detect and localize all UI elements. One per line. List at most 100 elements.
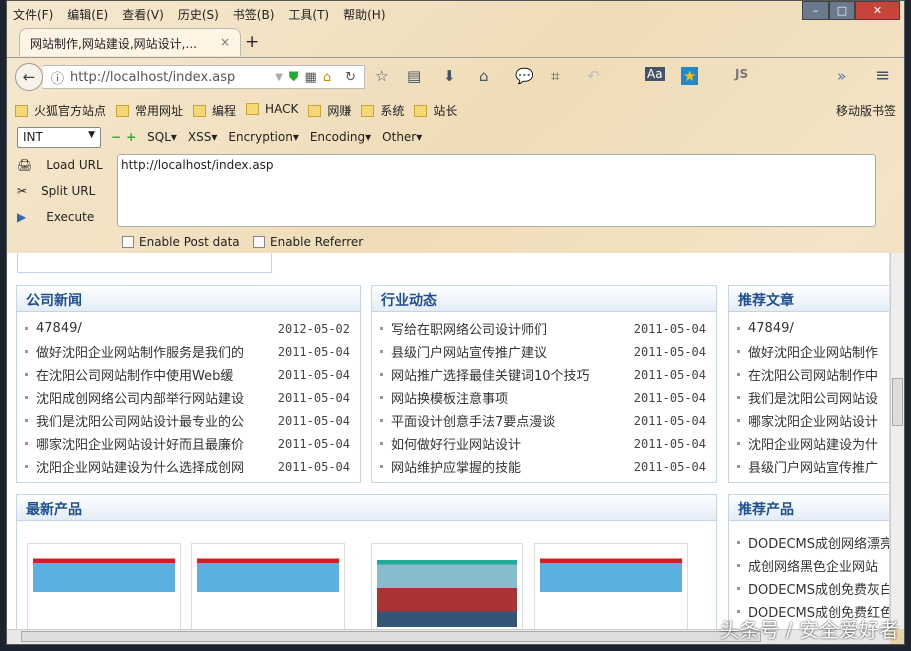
execute-button[interactable]: ▶ Execute <box>17 210 94 224</box>
split-url-button[interactable]: ✂ Split URL <box>17 184 95 198</box>
home-addon-icon[interactable]: ⌂ <box>323 70 331 85</box>
list-item[interactable]: DODECMS成创网络漂亮企 <box>737 531 889 554</box>
article-link[interactable]: 我们是沈阳公司网站设 <box>748 388 889 407</box>
article-link[interactable]: DODECMS成创免费灰白企 <box>748 579 889 598</box>
list-item[interactable]: 在沈阳公司网站制作中 <box>737 363 889 386</box>
article-link[interactable]: 47849/ <box>748 321 889 336</box>
list-item[interactable]: 网站换模板注意事项 2011-05-04 <box>380 386 716 409</box>
minimize-button[interactable]: – <box>802 1 829 20</box>
list-item[interactable]: 做好沈阳企业网站制作 <box>737 340 889 363</box>
reload-icon[interactable]: ↻ <box>345 70 356 85</box>
article-link[interactable]: 哪家沈阳企业网站设计好而且最廉价 <box>36 434 278 453</box>
list-item[interactable]: 哪家沈阳企业网站设计 <box>737 409 889 432</box>
menu-view[interactable]: 查看(V) <box>122 6 164 23</box>
list-item[interactable]: 我们是沈阳公司网站设计最专业的公 2011-05-04 <box>25 409 360 432</box>
list-item[interactable]: 做好沈阳企业网站制作服务是我们的 2011-05-04 <box>25 340 360 363</box>
chat-icon[interactable]: 💬 <box>515 67 534 85</box>
qr-code-icon[interactable]: ▦ <box>305 70 317 85</box>
list-item[interactable]: DODECMS成创免费灰白企 <box>737 577 889 600</box>
back-button[interactable]: ← <box>15 63 43 91</box>
list-item[interactable]: 沈阳企业网站建设为什么选择成创网 2011-05-04 <box>25 455 360 478</box>
list-item[interactable]: 沈阳成创网络公司内部举行网站建设 2011-05-04 <box>25 386 360 409</box>
article-link[interactable]: 沈阳企业网站建设为什 <box>748 434 889 453</box>
article-link[interactable]: 县级门户网站宣传推广建议 <box>391 342 634 361</box>
product-thumbnail[interactable] <box>371 543 523 629</box>
hackbar-xss-menu[interactable]: XSS▾ <box>188 130 217 144</box>
article-link[interactable]: 写给在职网络公司设计师们 <box>391 319 634 338</box>
menu-history[interactable]: 历史(S) <box>178 6 219 23</box>
article-link[interactable]: 哪家沈阳企业网站设计 <box>748 411 889 430</box>
hamburger-menu-icon[interactable]: ≡ <box>875 65 890 86</box>
hackbar-type-select[interactable]: INT ▼ <box>17 127 101 148</box>
list-item[interactable]: 县级门户网站宣传推广建议 2011-05-04 <box>380 340 716 363</box>
bookmark-folder[interactable]: 网赚 <box>308 102 351 119</box>
product-thumbnail[interactable] <box>27 543 181 629</box>
checkbox[interactable] <box>253 236 265 248</box>
article-link[interactable]: 在沈阳公司网站制作中 <box>748 365 889 384</box>
article-link[interactable]: DODECMS成创网络漂亮企 <box>748 533 889 552</box>
home-icon[interactable]: ⌂ <box>479 67 489 85</box>
bookmark-folder[interactable]: 常用网址 <box>116 102 183 119</box>
list-item[interactable]: 如何做好行业网站设计 2011-05-04 <box>380 432 716 455</box>
font-icon[interactable]: Aa <box>645 67 665 81</box>
list-item[interactable]: 我们是沈阳公司网站设 <box>737 386 889 409</box>
list-item[interactable]: 成创网络黑色企业网站 <box>737 554 889 577</box>
bookmark-folder[interactable]: HACK <box>246 102 298 119</box>
list-item[interactable]: 县级门户网站宣传推广 <box>737 455 889 478</box>
info-icon[interactable]: ⓘ <box>51 68 64 87</box>
download-icon[interactable]: ⬇ <box>443 67 456 85</box>
menu-file[interactable]: 文件(F) <box>13 6 53 23</box>
article-link[interactable]: 沈阳成创网络公司内部举行网站建设 <box>36 388 278 407</box>
maximize-button[interactable]: □ <box>829 1 855 20</box>
hackbar-encryption-menu[interactable]: Encryption▾ <box>228 130 298 144</box>
article-link[interactable]: 我们是沈阳公司网站设计最专业的公 <box>36 411 278 430</box>
menu-help[interactable]: 帮助(H) <box>343 6 385 23</box>
article-link[interactable]: 做好沈阳企业网站制作服务是我们的 <box>36 342 278 361</box>
enable-post-checkbox[interactable]: Enable Post data <box>122 235 240 249</box>
article-link[interactable]: 在沈阳公司网站制作中使用Web缓 <box>36 365 278 384</box>
article-link[interactable]: 网站推广选择最佳关键词10个技巧 <box>391 365 634 384</box>
article-link[interactable]: 沈阳企业网站建设为什么选择成创网 <box>36 457 278 476</box>
product-thumbnail[interactable] <box>534 543 688 629</box>
scroll-thumb[interactable] <box>21 631 761 642</box>
article-link[interactable]: 县级门户网站宣传推广 <box>748 457 889 476</box>
article-link[interactable]: 47849/ <box>36 321 278 336</box>
list-item[interactable]: 沈阳企业网站建设为什 <box>737 432 889 455</box>
hackbar-encoding-menu[interactable]: Encoding▾ <box>310 130 371 144</box>
list-item[interactable]: 在沈阳公司网站制作中使用Web缓 2011-05-04 <box>25 363 360 386</box>
minus-icon[interactable]: − <box>111 130 121 144</box>
article-link[interactable]: 平面设计创意手法7要点漫谈 <box>391 411 634 430</box>
overflow-icon[interactable]: » <box>837 67 846 85</box>
new-tab-button[interactable]: + <box>245 32 259 52</box>
article-link[interactable]: 成创网络黑色企业网站 <box>748 556 889 575</box>
plus-icon[interactable]: + <box>126 130 136 144</box>
bookmark-folder[interactable]: 火狐官方站点 <box>15 102 106 119</box>
list-item[interactable]: 哪家沈阳企业网站设计好而且最廉价 2011-05-04 <box>25 432 360 455</box>
favorite-addon-icon[interactable]: ★ <box>681 67 699 85</box>
bookmark-folder[interactable]: 编程 <box>193 102 236 119</box>
star-icon[interactable]: ☆ <box>375 67 388 85</box>
menu-bookmarks[interactable]: 书签(B) <box>233 6 275 23</box>
menu-edit[interactable]: 编辑(E) <box>67 6 108 23</box>
hackbar-other-menu[interactable]: Other▾ <box>382 130 422 144</box>
list-item[interactable]: 网站维护应掌握的技能 2011-05-04 <box>380 455 716 478</box>
article-link[interactable]: 网站换模板注意事项 <box>391 388 634 407</box>
tab-active[interactable]: 网站制作,网站建设,网站设计,... × <box>19 28 241 56</box>
list-item[interactable]: 47849/2012-05-02 <box>25 317 360 340</box>
vertical-scrollbar[interactable] <box>890 253 904 629</box>
dropdown-icon[interactable]: ▼ <box>275 72 283 83</box>
bookmark-folder[interactable]: 站长 <box>414 102 457 119</box>
checkbox[interactable] <box>122 236 134 248</box>
article-link[interactable]: 如何做好行业网站设计 <box>391 434 634 453</box>
undo-icon[interactable]: ↶ <box>587 67 600 85</box>
product-thumbnail[interactable] <box>191 543 345 629</box>
menu-tools[interactable]: 工具(T) <box>288 6 329 23</box>
article-link[interactable]: 做好沈阳企业网站制作 <box>748 342 889 361</box>
url-bar[interactable]: ⓘ http://localhost/index.asp ▼ ⛊ ▦ ⌂ ↻ <box>43 65 365 89</box>
crop-icon[interactable]: ⌗ <box>551 67 559 85</box>
hackbar-url-textarea[interactable]: http://localhost/index.asp <box>117 154 876 227</box>
js-icon[interactable]: JS <box>735 67 748 81</box>
hackbar-sql-menu[interactable]: SQL▾ <box>147 130 177 144</box>
close-window-button[interactable]: ✕ <box>855 1 900 20</box>
bookmark-folder[interactable]: 系统 <box>361 102 404 119</box>
